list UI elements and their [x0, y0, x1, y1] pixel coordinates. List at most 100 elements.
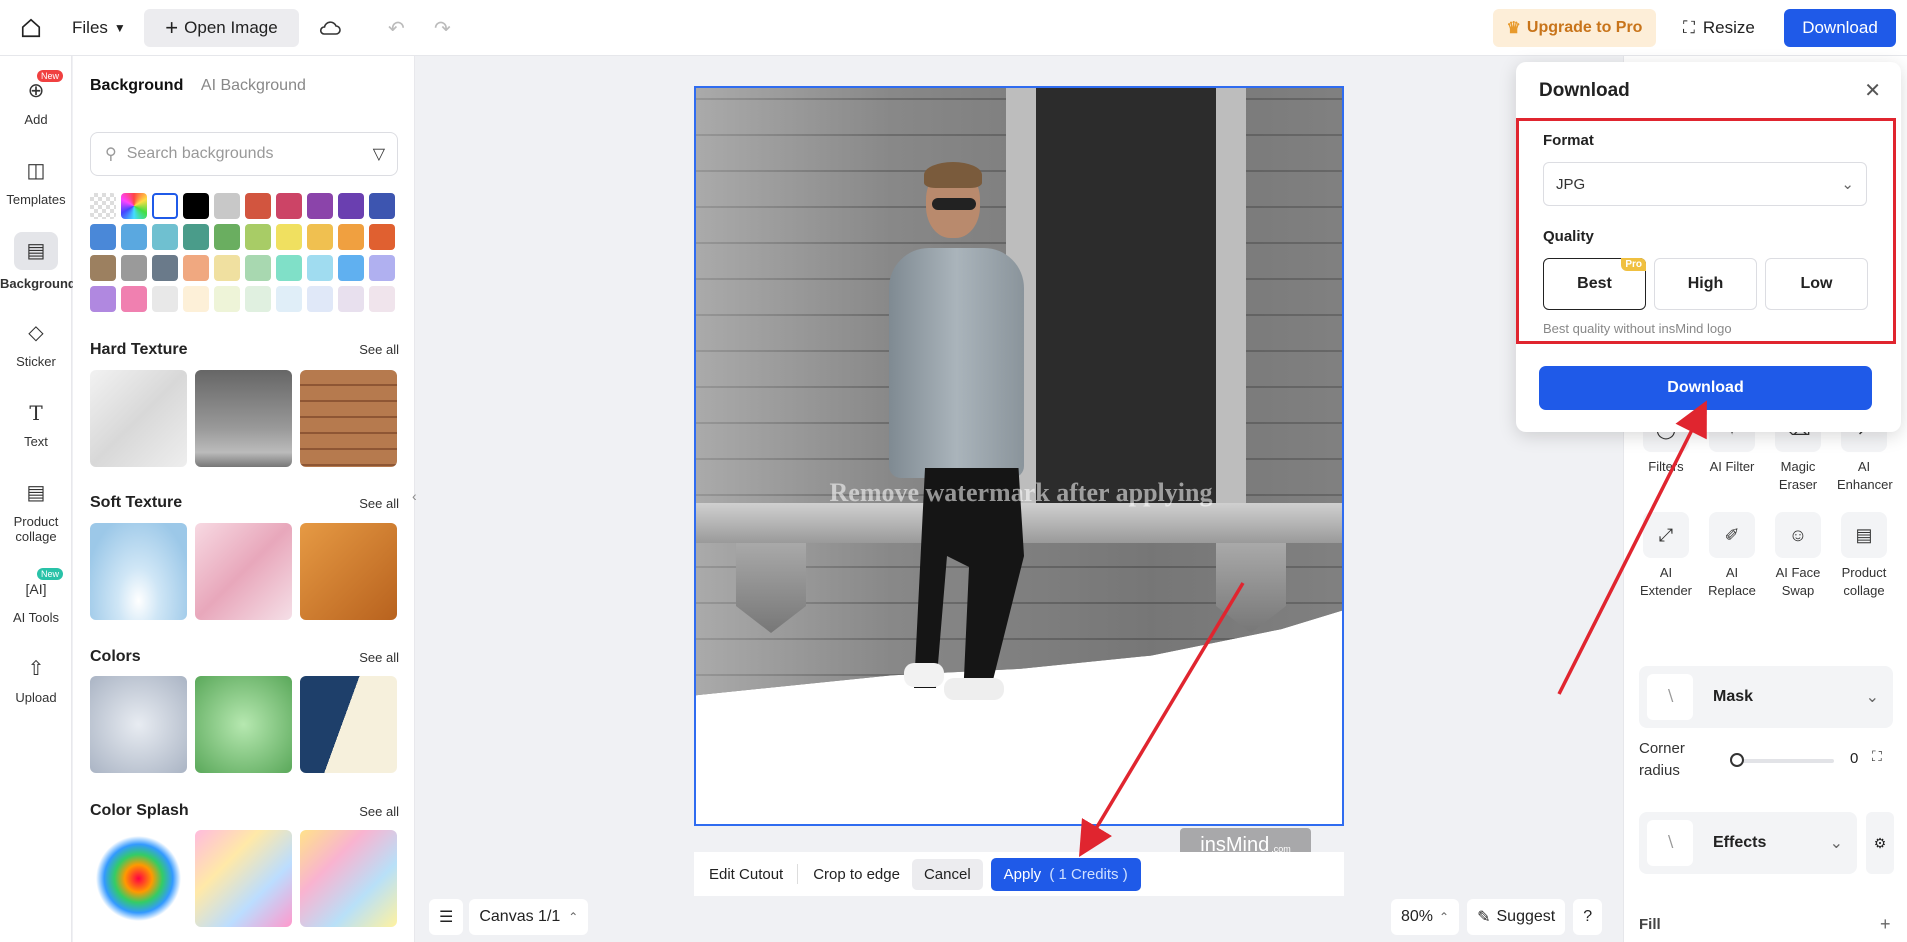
canvas-image[interactable]: Remove watermark after applying [694, 86, 1344, 826]
color-swatch[interactable] [369, 193, 395, 219]
corner-radius-slider[interactable] [1730, 753, 1834, 767]
splash-thumb[interactable] [300, 830, 397, 927]
tool-ai-face-swap[interactable]: ☺ AI Face Swap [1771, 512, 1825, 600]
help-button[interactable]: ? [1573, 899, 1603, 935]
see-all-link[interactable]: See all [359, 342, 399, 357]
download-button[interactable]: Download [1784, 9, 1896, 47]
texture-thumb[interactable] [90, 370, 187, 467]
color-swatch[interactable] [183, 224, 209, 250]
color-swatch[interactable] [245, 193, 271, 219]
color-swatch[interactable] [121, 193, 147, 219]
nav-ai-tools[interactable]: [AI] New AI Tools [0, 568, 72, 625]
color-swatch[interactable] [338, 255, 364, 281]
color-swatch[interactable] [152, 255, 178, 281]
adjust-sliders-icon[interactable]: ⚙ [1866, 812, 1894, 874]
undo-button[interactable]: ↶ [388, 9, 405, 47]
texture-thumb[interactable] [90, 523, 187, 620]
color-swatch[interactable] [369, 286, 395, 312]
see-all-link[interactable]: See all [359, 496, 399, 511]
nav-upload[interactable]: ⇧ Upload [0, 654, 72, 705]
tab-ai-background[interactable]: AI Background [201, 77, 306, 94]
color-swatch[interactable] [183, 255, 209, 281]
color-swatch[interactable] [307, 286, 333, 312]
color-swatch[interactable] [214, 193, 240, 219]
color-swatch[interactable] [121, 286, 147, 312]
tab-background[interactable]: Background [90, 77, 183, 94]
color-swatch[interactable] [307, 255, 333, 281]
zoom-control[interactable]: 80% ⌃ [1391, 899, 1460, 935]
color-swatch[interactable] [245, 255, 271, 281]
expand-corners-icon[interactable]: ⛶ [1872, 748, 1882, 765]
color-swatch[interactable] [152, 286, 178, 312]
tool-ai-extender[interactable]: ⤢ AI Extender [1639, 512, 1693, 600]
nav-add[interactable]: ⊕ New Add [0, 70, 72, 127]
color-swatch[interactable] [214, 224, 240, 250]
color-swatch[interactable] [307, 224, 333, 250]
resize-button[interactable]: ⛶ Resize [1683, 9, 1755, 47]
cloud-save-button[interactable] [318, 9, 342, 47]
color-thumb[interactable] [195, 676, 292, 773]
color-swatch[interactable] [276, 224, 302, 250]
open-image-button[interactable]: + Open Image [144, 9, 299, 47]
see-all-link[interactable]: See all [359, 650, 399, 665]
home-button[interactable] [16, 9, 46, 47]
suggest-button[interactable]: ✎ Suggest [1467, 899, 1566, 935]
effects-section[interactable]: ∖ Effects ⌄ [1639, 812, 1857, 874]
splash-thumb[interactable] [195, 830, 292, 927]
texture-thumb[interactable] [195, 523, 292, 620]
color-swatch[interactable] [276, 255, 302, 281]
color-swatch[interactable] [121, 224, 147, 250]
tool-ai-replace[interactable]: ✐ AI Replace [1705, 512, 1759, 600]
tool-product-collage[interactable]: ▤ Product collage [1837, 512, 1891, 600]
color-swatch[interactable] [369, 255, 395, 281]
see-all-link[interactable]: See all [359, 804, 399, 819]
color-swatch[interactable] [338, 193, 364, 219]
color-swatch[interactable] [276, 193, 302, 219]
close-icon[interactable]: ✕ [1864, 78, 1881, 103]
color-swatch[interactable] [90, 193, 116, 219]
texture-thumb[interactable] [300, 523, 397, 620]
collapse-panel-icon[interactable]: ‹ [412, 488, 426, 518]
color-swatch[interactable] [307, 193, 333, 219]
color-swatch[interactable] [214, 255, 240, 281]
texture-thumb[interactable] [300, 370, 397, 467]
nav-templates[interactable]: ◫ Templates [0, 156, 72, 207]
color-swatch[interactable] [183, 286, 209, 312]
color-swatch[interactable] [152, 193, 178, 219]
search-input[interactable] [126, 145, 347, 163]
nav-product-collage[interactable]: ▤ Product collage [0, 478, 72, 544]
filter-icon[interactable]: ▽ [373, 144, 385, 164]
nav-sticker[interactable]: ◇ Sticker [0, 318, 72, 369]
files-menu[interactable]: Files ▼ [72, 9, 126, 47]
color-swatch[interactable] [90, 286, 116, 312]
edit-cutout-button[interactable]: Edit Cutout [709, 866, 783, 883]
color-swatch[interactable] [338, 224, 364, 250]
slider-knob[interactable] [1730, 753, 1744, 767]
color-swatch[interactable] [245, 286, 271, 312]
color-thumb[interactable] [300, 676, 397, 773]
cancel-button[interactable]: Cancel [911, 858, 983, 890]
color-thumb[interactable] [90, 676, 187, 773]
nav-background[interactable]: ▤ Background [0, 232, 76, 291]
color-swatch[interactable] [338, 286, 364, 312]
splash-thumb[interactable] [90, 830, 187, 927]
mask-section[interactable]: ∖ Mask ⌄ [1639, 666, 1893, 728]
color-swatch[interactable] [152, 224, 178, 250]
upgrade-to-pro-button[interactable]: ♛ Upgrade to Pro [1493, 9, 1656, 47]
color-swatch[interactable] [90, 224, 116, 250]
nav-text[interactable]: T Text [0, 398, 72, 449]
crop-to-edge-button[interactable]: Crop to edge [813, 866, 900, 883]
color-swatch[interactable] [245, 224, 271, 250]
canvas-pager[interactable]: Canvas 1/1 ⌃ [469, 899, 589, 935]
popup-download-button[interactable]: Download [1539, 366, 1872, 410]
color-swatch[interactable] [276, 286, 302, 312]
texture-thumb[interactable] [195, 370, 292, 467]
color-swatch[interactable] [214, 286, 240, 312]
color-swatch[interactable] [121, 255, 147, 281]
color-swatch[interactable] [183, 193, 209, 219]
layers-button[interactable]: ☰ [429, 899, 464, 935]
color-swatch[interactable] [90, 255, 116, 281]
add-fill-icon[interactable]: + [1880, 914, 1891, 935]
color-swatch[interactable] [369, 224, 395, 250]
apply-button[interactable]: Apply ( 1 Credits ) [990, 857, 1141, 891]
